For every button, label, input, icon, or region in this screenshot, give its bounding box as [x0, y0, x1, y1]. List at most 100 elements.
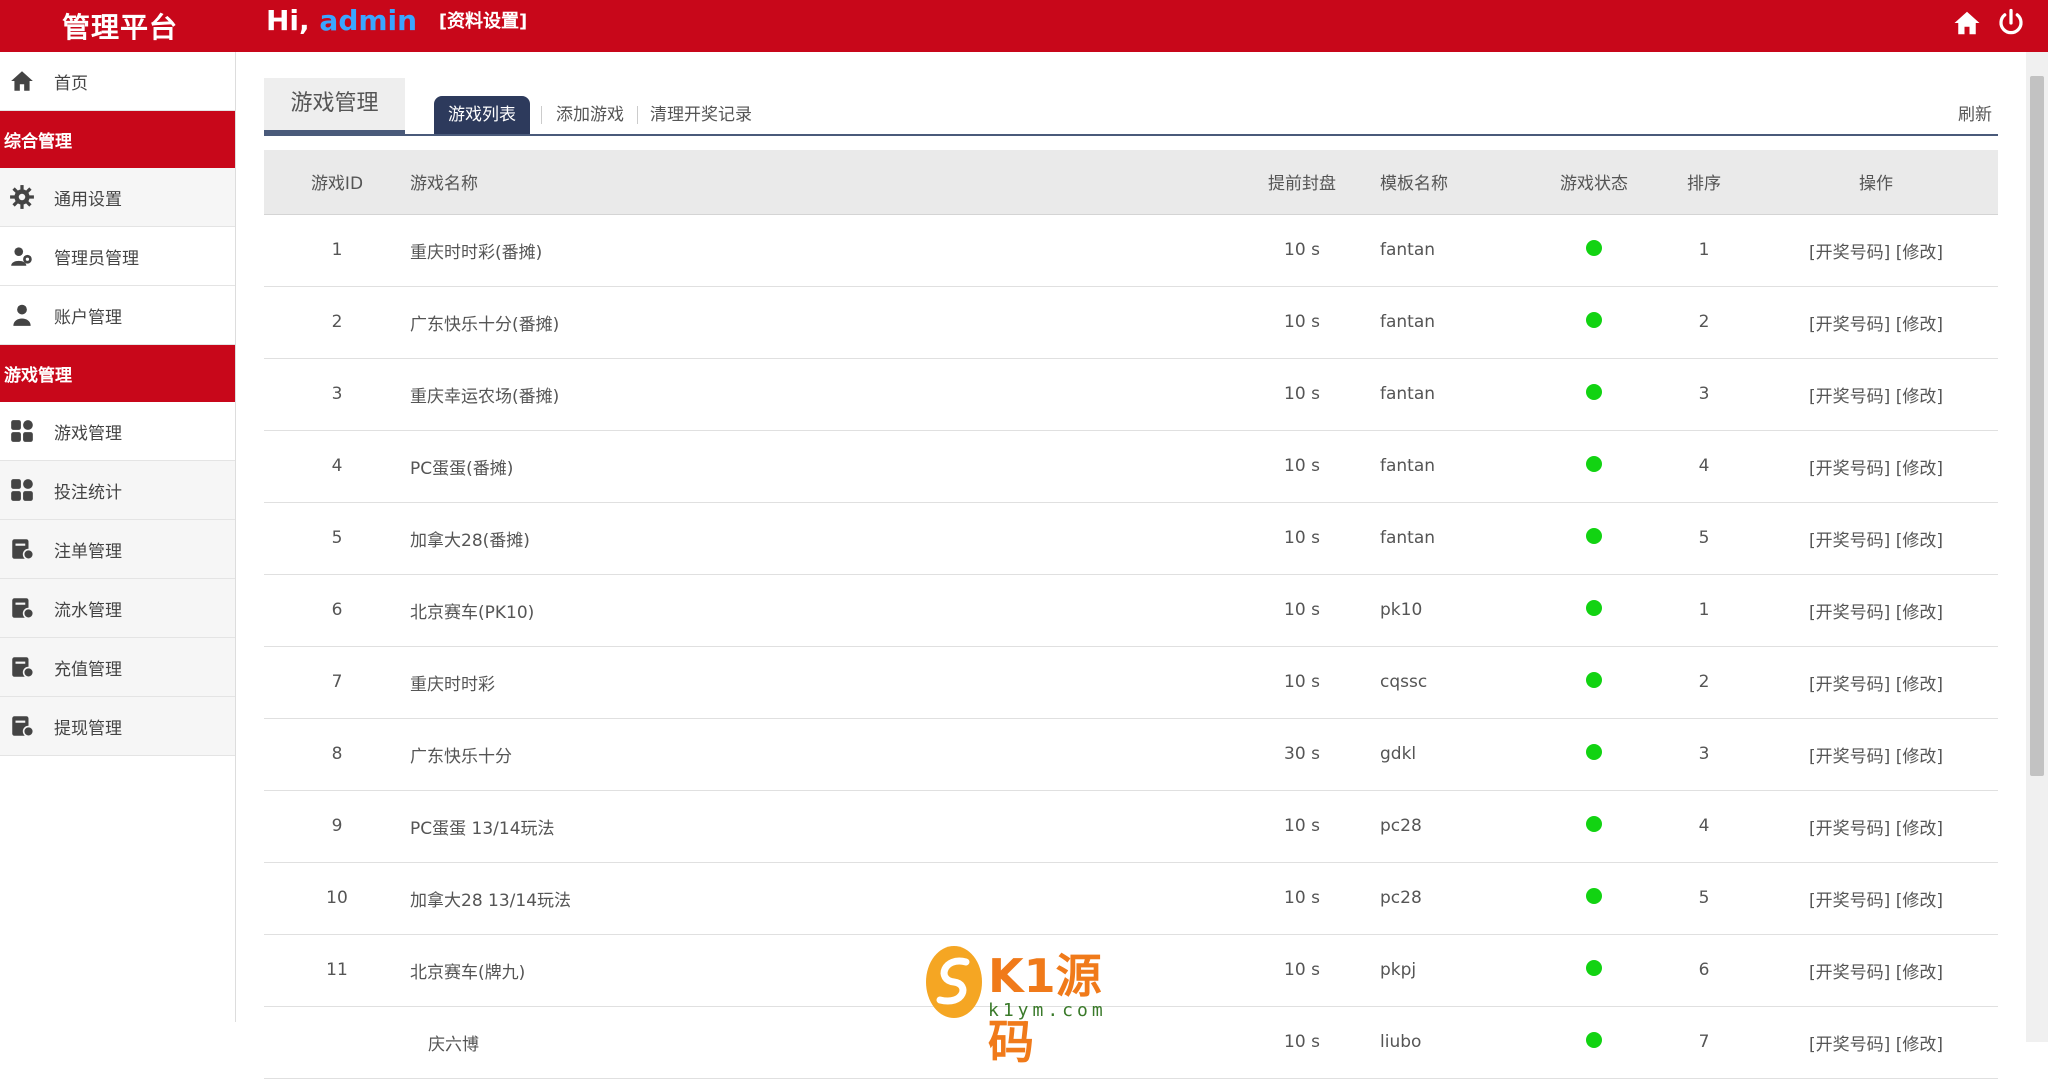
status-on-indicator[interactable]: [1586, 743, 1602, 760]
edit-link[interactable]: [修改]: [1896, 819, 1943, 839]
edit-link[interactable]: [修改]: [1896, 1035, 1943, 1055]
status-on-indicator[interactable]: [1586, 383, 1602, 400]
draw-numbers-link[interactable]: [开奖号码]: [1809, 243, 1890, 263]
draw-numbers-link[interactable]: [开奖号码]: [1809, 387, 1890, 407]
edit-link[interactable]: [修改]: [1896, 603, 1943, 623]
draw-numbers-link[interactable]: [开奖号码]: [1809, 315, 1890, 335]
grid-icon: [11, 420, 33, 442]
sidebar-item-label: 账户管理: [54, 307, 122, 328]
cell-id: 1: [331, 240, 343, 260]
username: admin: [319, 4, 418, 37]
col-header-actions: 操作: [1754, 150, 1998, 215]
status-on-indicator[interactable]: [1586, 671, 1602, 688]
status-on-indicator[interactable]: [1586, 455, 1602, 472]
cell-actions: [开奖号码] [修改]: [1754, 646, 1998, 718]
status-on-indicator[interactable]: [1586, 815, 1602, 832]
status-on-indicator[interactable]: [1586, 1031, 1602, 1048]
edit-link[interactable]: [修改]: [1896, 243, 1943, 263]
cell-sort: 7: [1698, 1032, 1710, 1052]
tab-clear-draw-records[interactable]: 清理开奖记录: [650, 96, 752, 134]
table-row: 11 北京赛车(牌九) 10 s pkpj 6 [开奖号码] [修改]: [264, 934, 1998, 1006]
edit-link[interactable]: [修改]: [1896, 675, 1943, 695]
ledger-icon: [12, 539, 35, 561]
cell-actions: [开奖号码] [修改]: [1754, 286, 1998, 358]
sidebar-item-general-settings[interactable]: 通用设置: [0, 168, 235, 227]
cell-template: fantan: [1380, 240, 1436, 260]
tabs-row: 游戏管理 游戏列表 添加游戏 清理开奖记录 刷新: [264, 76, 1998, 136]
cell-id: 5: [331, 528, 343, 548]
profile-settings-link[interactable]: [资料设置]: [439, 11, 527, 32]
cell-template: fantan: [1380, 528, 1436, 548]
sidebar-item-cash-flow[interactable]: 流水管理: [0, 579, 235, 638]
status-on-indicator[interactable]: [1586, 599, 1602, 616]
sidebar-item-admin-management[interactable]: 管理员管理: [0, 227, 235, 286]
status-on-indicator[interactable]: [1586, 311, 1602, 328]
col-header-seal: 提前封盘: [1250, 150, 1354, 215]
sidebar-item-game-management[interactable]: 游戏管理: [0, 402, 235, 461]
edit-link[interactable]: [修改]: [1896, 747, 1943, 767]
sidebar-item-label: 投注统计: [54, 482, 122, 503]
scrollbar-thumb[interactable]: [2030, 76, 2044, 776]
cell-sort: 2: [1698, 312, 1710, 332]
refresh-link[interactable]: 刷新: [1958, 100, 1992, 125]
draw-numbers-link[interactable]: [开奖号码]: [1809, 1035, 1890, 1055]
table-row: 6 北京赛车(PK10) 10 s pk10 1 [开奖号码] [修改]: [264, 574, 1998, 646]
cell-template: gdkl: [1380, 744, 1417, 764]
status-on-indicator[interactable]: [1586, 959, 1602, 976]
status-on-indicator[interactable]: [1586, 887, 1602, 904]
sidebar-item-account-management[interactable]: 账户管理: [0, 286, 235, 345]
cell-seal: 10 s: [1284, 888, 1320, 908]
table-row: 8 广东快乐十分 30 s gdkl 3 [开奖号码] [修改]: [264, 718, 1998, 790]
ledger-icon: [12, 716, 35, 738]
col-header-id: 游戏ID: [264, 150, 410, 215]
draw-numbers-link[interactable]: [开奖号码]: [1809, 459, 1890, 479]
table-row: 2 广东快乐十分(番摊) 10 s fantan 2 [开奖号码] [修改]: [264, 286, 1998, 358]
edit-link[interactable]: [修改]: [1896, 315, 1943, 335]
sidebar-item-bet-statistics[interactable]: 投注统计: [0, 461, 235, 520]
draw-numbers-link[interactable]: [开奖号码]: [1809, 531, 1890, 551]
cell-name: PC蛋蛋 13/14玩法: [410, 818, 555, 839]
draw-numbers-link[interactable]: [开奖号码]: [1809, 963, 1890, 983]
col-header-sort: 排序: [1654, 150, 1754, 215]
sidebar-item-bet-orders[interactable]: 注单管理: [0, 520, 235, 579]
draw-numbers-link[interactable]: [开奖号码]: [1809, 747, 1890, 767]
home-icon[interactable]: [1952, 8, 1982, 38]
sidebar: 首页 综合管理 通用设置 管理员管理 账户管理 游戏管理 游戏管理 投注统计 注…: [0, 52, 236, 1022]
cell-id: [264, 1006, 410, 1078]
tab-separator: [541, 106, 542, 124]
status-on-indicator[interactable]: [1586, 239, 1602, 256]
cell-seal: 10 s: [1284, 240, 1320, 260]
cell-name: 重庆时时彩: [410, 674, 495, 695]
draw-numbers-link[interactable]: [开奖号码]: [1809, 675, 1890, 695]
draw-numbers-link[interactable]: [开奖号码]: [1809, 819, 1890, 839]
page-title: 游戏管理: [264, 78, 405, 134]
watermark-emblem-icon: [926, 946, 982, 1018]
sidebar-item-recharge[interactable]: 充值管理: [0, 638, 235, 697]
page-scrollbar[interactable]: [2026, 52, 2048, 1042]
cell-name: 重庆时时彩(番摊): [410, 242, 543, 263]
cell-sort: 4: [1698, 816, 1710, 836]
sidebar-item-withdrawal[interactable]: 提现管理: [0, 697, 235, 756]
edit-link[interactable]: [修改]: [1896, 963, 1943, 983]
status-on-indicator[interactable]: [1586, 527, 1602, 544]
cell-actions: [开奖号码] [修改]: [1754, 574, 1998, 646]
tab-separator: [637, 106, 638, 124]
draw-numbers-link[interactable]: [开奖号码]: [1809, 603, 1890, 623]
edit-link[interactable]: [修改]: [1896, 531, 1943, 551]
sidebar-item-home[interactable]: 首页: [0, 52, 235, 111]
edit-link[interactable]: [修改]: [1896, 387, 1943, 407]
cell-id: 3: [331, 384, 343, 404]
cell-id: 2: [331, 312, 343, 332]
cell-status: [1534, 790, 1654, 862]
tab-add-game[interactable]: 添加游戏: [556, 96, 624, 134]
brand-title: 管理平台: [62, 11, 179, 44]
table-row: 10 加拿大28 13/14玩法 10 s pc28 5 [开奖号码] [修改]: [264, 862, 1998, 934]
edit-link[interactable]: [修改]: [1896, 891, 1943, 911]
tab-game-list[interactable]: 游戏列表: [434, 96, 530, 134]
power-icon[interactable]: [1996, 8, 2026, 38]
cell-name: 重庆幸运农场(番摊): [410, 386, 560, 407]
table-body: 1 重庆时时彩(番摊) 10 s fantan 1 [开奖号码] [修改] 2 广东快乐十分(…: [264, 214, 1998, 1078]
edit-link[interactable]: [修改]: [1896, 459, 1943, 479]
draw-numbers-link[interactable]: [开奖号码]: [1809, 891, 1890, 911]
cell-sort: 1: [1698, 600, 1710, 620]
